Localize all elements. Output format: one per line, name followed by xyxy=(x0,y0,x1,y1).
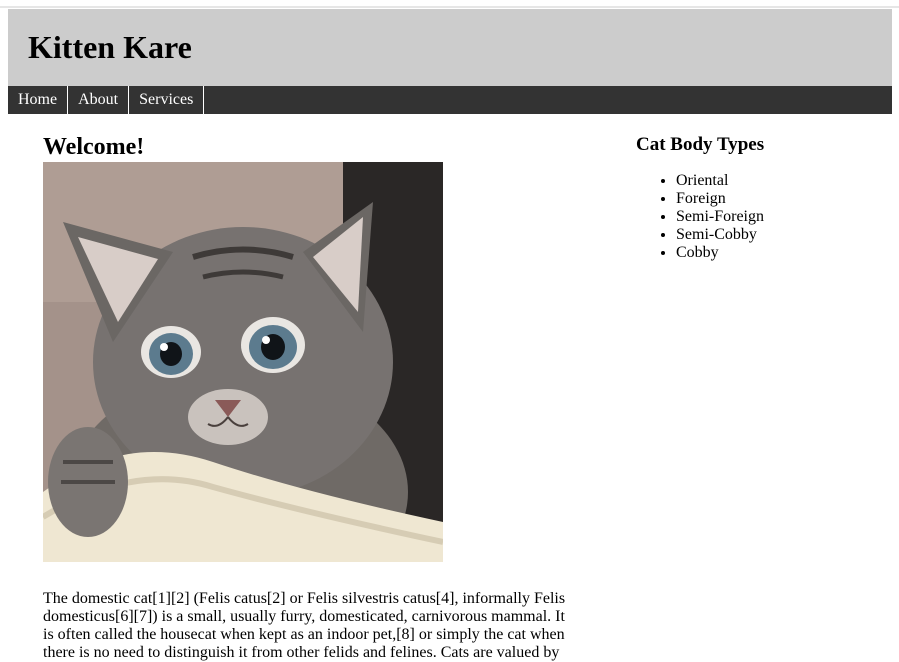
nav-home-link[interactable]: Home xyxy=(8,86,69,114)
welcome-heading: Welcome! xyxy=(43,134,145,160)
list-item: Foreign xyxy=(676,190,876,208)
cat-description: The domestic cat[1][2] (Felis catus[2] o… xyxy=(43,590,566,661)
list-item: Semi-Cobby xyxy=(676,226,876,244)
list-item: Semi-Foreign xyxy=(676,208,876,226)
kitten-illustration xyxy=(43,162,443,562)
kitten-photo xyxy=(43,162,443,562)
site-title: Kitten Kare xyxy=(28,29,192,65)
nav-services-link[interactable]: Services xyxy=(129,86,205,114)
main-content: Welcome! The domestic cat[1][2] (Felis c… xyxy=(43,132,573,662)
window-top-edge xyxy=(0,0,899,8)
sidebar: Cat Body Types Oriental Foreign Semi-For… xyxy=(636,134,876,262)
nav-about-link[interactable]: About xyxy=(68,86,130,114)
site-header: Kitten Kare xyxy=(8,9,892,86)
list-item: Cobby xyxy=(676,244,876,262)
sidebar-title: Cat Body Types xyxy=(636,134,765,155)
body-types-list: Oriental Foreign Semi-Foreign Semi-Cobby… xyxy=(636,172,876,262)
navigation-bar: Home About Services xyxy=(8,86,892,114)
list-item: Oriental xyxy=(676,172,876,190)
